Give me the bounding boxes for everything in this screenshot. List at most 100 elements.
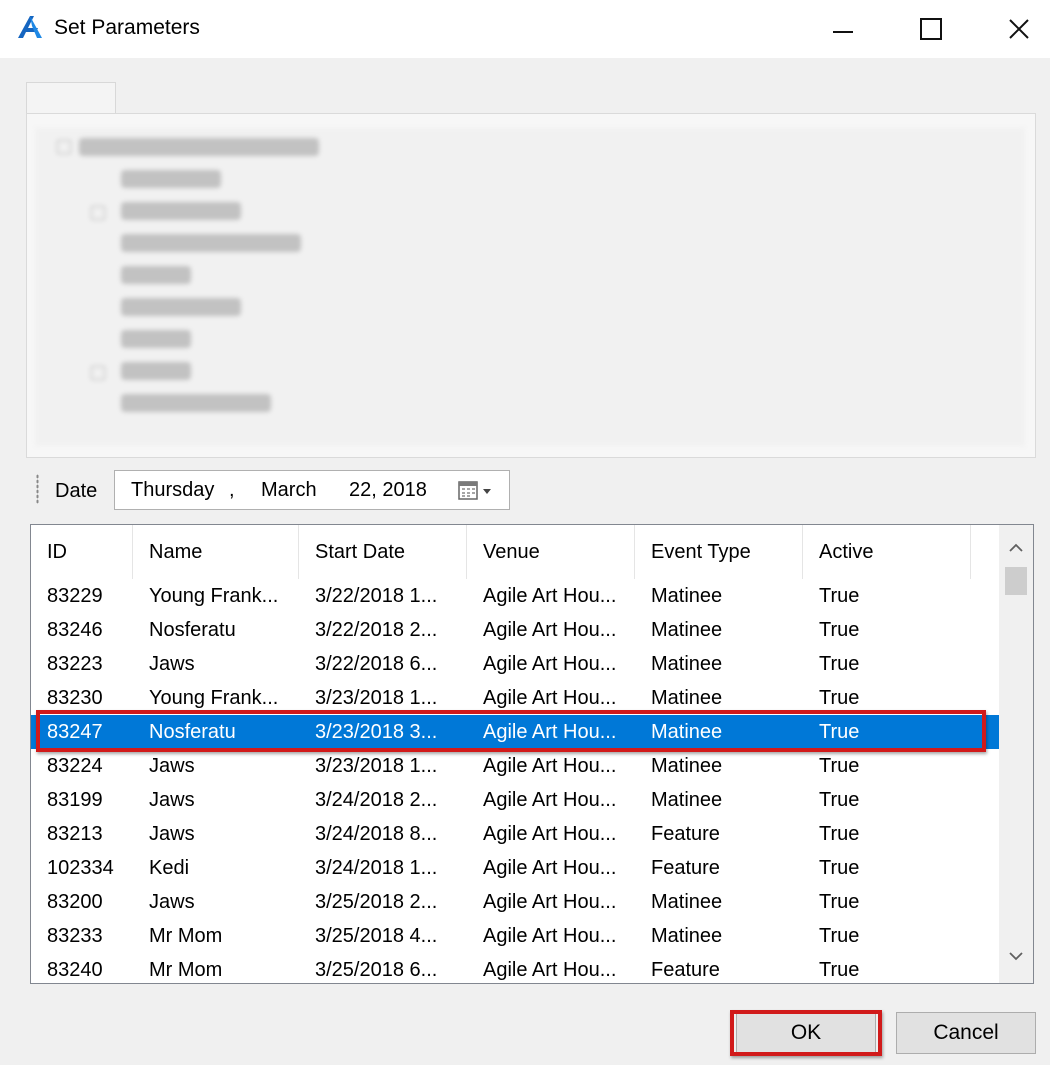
cell-active: True — [819, 619, 860, 641]
column-header-start-date[interactable]: Start Date — [299, 525, 467, 579]
tree-node — [121, 330, 191, 348]
scroll-thumb[interactable] — [1005, 567, 1027, 595]
chevron-down-icon — [1009, 952, 1023, 961]
table-row[interactable]: 83223 Jaws 3/22/2018 6... Agile Art Hou... M… — [31, 647, 999, 681]
cell-active: True — [819, 721, 860, 743]
cell-venue: Agile Art Hou... — [483, 585, 617, 607]
cell-start-date: 3/25/2018 6... — [315, 959, 438, 981]
cell-venue: Agile Art Hou... — [483, 891, 617, 913]
ok-button[interactable]: OK — [736, 1012, 876, 1054]
agile-logo-icon — [18, 16, 42, 38]
cell-name: Young Frank... — [149, 585, 279, 607]
table-row[interactable]: 83246 Nosferatu 3/22/2018 2... Agile Art Ho… — [31, 613, 999, 647]
cell-event-type: Feature — [651, 857, 720, 879]
toolbar-grip[interactable] — [36, 474, 39, 504]
cell-name: Jaws — [149, 789, 195, 811]
cell-id: 83200 — [47, 891, 103, 913]
cell-name: Nosferatu — [149, 619, 236, 641]
cell-start-date: 3/23/2018 1... — [315, 687, 438, 709]
cell-event-type: Feature — [651, 823, 720, 845]
cell-venue: Agile Art Hou... — [483, 755, 617, 777]
table-row-selected[interactable]: 83247 Nosferatu 3/23/2018 3... Agile Art Ho… — [31, 715, 999, 749]
tree-tab[interactable] — [26, 82, 116, 115]
table-row[interactable]: 83200 Jaws 3/25/2018 2... Agile Art Hou... M… — [31, 885, 999, 919]
cell-venue: Agile Art Hou... — [483, 721, 617, 743]
date-weekday[interactable]: Thursday — [131, 478, 214, 502]
cell-name: Mr Mom — [149, 925, 223, 947]
date-day-year[interactable]: 22, 2018 — [349, 478, 427, 502]
cell-start-date: 3/23/2018 1... — [315, 755, 438, 777]
maximize-icon — [920, 18, 942, 40]
chevron-up-icon — [1009, 543, 1023, 552]
cell-event-type: Matinee — [651, 653, 723, 675]
cell-id: 83240 — [47, 959, 103, 981]
cell-active: True — [819, 585, 860, 607]
cell-active: True — [819, 891, 860, 913]
minimize-button[interactable] — [812, 0, 874, 58]
scroll-up-button[interactable] — [999, 531, 1033, 565]
events-list[interactable]: ID Name Start Date Venue Event Type Acti… — [30, 524, 1034, 984]
cell-name: Nosferatu — [149, 721, 236, 743]
date-month[interactable]: March — [261, 478, 317, 502]
table-row[interactable]: 83224 Jaws 3/23/2018 1... Agile Art Hou... M… — [31, 749, 999, 783]
column-header-active[interactable]: Active — [803, 525, 971, 579]
cell-active: True — [819, 755, 860, 777]
date-label: Date — [55, 480, 98, 502]
table-row[interactable]: 83229 Young Frank... 3/22/2018 1... Agile A… — [31, 579, 999, 613]
column-header-id[interactable]: ID — [31, 525, 133, 579]
cell-start-date: 3/23/2018 3... — [315, 721, 438, 743]
table-row[interactable]: 83240 Mr Mom 3/25/2018 6... Agile Art Hou..… — [31, 953, 999, 983]
table-row[interactable]: 83233 Mr Mom 3/25/2018 4... Agile Art Hou..… — [31, 919, 999, 953]
cell-start-date: 3/25/2018 2... — [315, 891, 438, 913]
cell-start-date: 3/22/2018 2... — [315, 619, 438, 641]
cell-event-type: Matinee — [651, 619, 723, 641]
close-icon — [1009, 19, 1029, 39]
table-row[interactable]: 102334 Kedi 3/24/2018 1... Agile Art Hou...… — [31, 851, 999, 885]
close-button[interactable] — [988, 0, 1050, 58]
cell-start-date: 3/24/2018 1... — [315, 857, 438, 879]
cell-active: True — [819, 959, 860, 981]
cell-name: Young Frank... — [149, 687, 279, 709]
cell-event-type: Matinee — [651, 721, 723, 743]
cell-active: True — [819, 925, 860, 947]
cell-id: 83223 — [47, 653, 103, 675]
tree-node — [121, 170, 221, 188]
cell-event-type: Feature — [651, 959, 720, 981]
date-picker[interactable]: Thursday , March 22, 2018 — [114, 470, 510, 510]
cell-venue: Agile Art Hou... — [483, 823, 617, 845]
tree-node — [121, 234, 301, 252]
cell-name: Jaws — [149, 755, 195, 777]
column-header-venue[interactable]: Venue — [467, 525, 635, 579]
window-title: Set Parameters — [54, 16, 200, 39]
expand-icon — [91, 206, 105, 220]
cell-name: Jaws — [149, 823, 195, 845]
list-header: ID Name Start Date Venue Event Type Acti… — [31, 525, 1001, 579]
table-row[interactable]: 83213 Jaws 3/24/2018 8... Agile Art Hou... F… — [31, 817, 999, 851]
cell-event-type: Matinee — [651, 789, 723, 811]
calendar-dropdown-icon[interactable] — [457, 479, 503, 503]
tree-node — [121, 202, 241, 220]
cell-venue: Agile Art Hou... — [483, 687, 617, 709]
cancel-button[interactable]: Cancel — [896, 1012, 1036, 1054]
table-row[interactable]: 83199 Jaws 3/24/2018 2... Agile Art Hou... M… — [31, 783, 999, 817]
scroll-down-button[interactable] — [999, 939, 1033, 973]
cell-name: Jaws — [149, 653, 195, 675]
date-separator: , — [229, 479, 235, 501]
cell-name: Kedi — [149, 857, 190, 879]
cell-id: 83229 — [47, 585, 103, 607]
cell-start-date: 3/25/2018 4... — [315, 925, 438, 947]
blurred-tree-view[interactable] — [35, 128, 1025, 446]
vertical-scrollbar[interactable] — [999, 525, 1033, 983]
cell-venue: Agile Art Hou... — [483, 925, 617, 947]
cell-active: True — [819, 823, 860, 845]
table-row[interactable]: 83230 Young Frank... 3/23/2018 1... Agile A… — [31, 681, 999, 715]
cell-id: 83213 — [47, 823, 103, 845]
cell-event-type: Matinee — [651, 755, 723, 777]
column-header-event-type[interactable]: Event Type — [635, 525, 803, 579]
cell-venue: Agile Art Hou... — [483, 653, 617, 675]
cell-venue: Agile Art Hou... — [483, 959, 617, 981]
maximize-button[interactable] — [900, 0, 962, 58]
cell-start-date: 3/22/2018 6... — [315, 653, 438, 675]
column-header-name[interactable]: Name — [133, 525, 299, 579]
cell-name: Mr Mom — [149, 959, 223, 981]
